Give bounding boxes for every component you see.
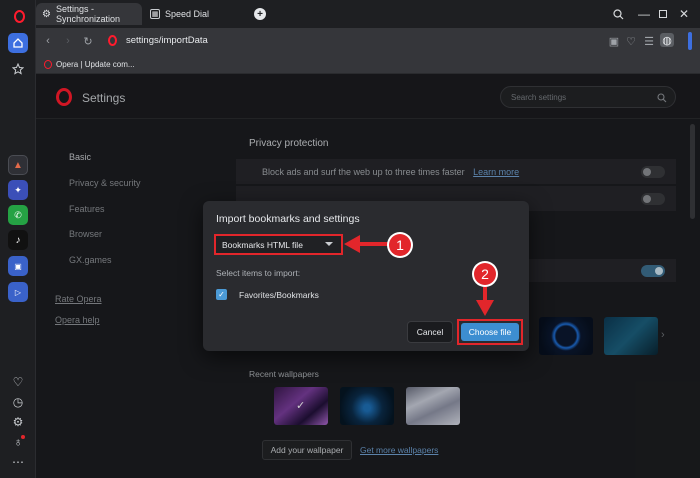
annotation-arrows (344, 235, 494, 316)
callout-arrow-1-head (344, 235, 360, 253)
callout-arrow-2-head (476, 300, 494, 316)
callout-step-1: 1 (389, 234, 411, 256)
callout-step-2: 2 (474, 263, 496, 285)
